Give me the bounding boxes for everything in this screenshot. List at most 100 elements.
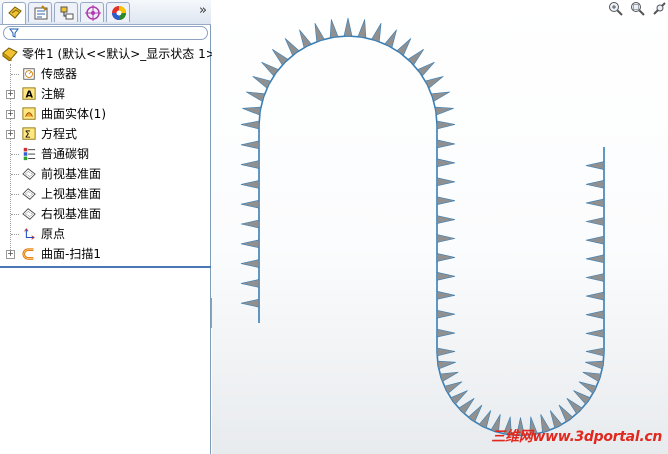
sweep-spike [434, 106, 454, 116]
feature-manager-panel: » 零件1 (默认<<默认>_显示状态 1> 传感器 + A 注解 + 曲面实体(1) + Σ… [0, 0, 216, 454]
svg-text:Σ: Σ [25, 130, 31, 141]
sweep-spike [240, 259, 260, 268]
expand-toggle[interactable]: + [6, 110, 15, 119]
sweep-spike [240, 279, 260, 288]
sweep-spike [240, 160, 260, 169]
sweep-spike [240, 219, 260, 229]
sweep-spike [240, 199, 260, 209]
sweep-spike [425, 76, 444, 89]
tree-filter-input[interactable] [3, 26, 208, 40]
tree-item-label: 注解 [41, 87, 66, 101]
sweep-spike [478, 410, 492, 429]
sweep-spike [585, 235, 605, 245]
plane-icon [22, 208, 36, 220]
tree-item-label: 曲面实体(1) [41, 107, 106, 121]
sweep-spike [430, 91, 450, 102]
tab-property-manager[interactable] [28, 2, 52, 22]
tab-display-manager[interactable] [106, 2, 130, 22]
sweep-spike [585, 179, 605, 189]
sweep-spike [585, 273, 605, 282]
sweep-spike [585, 310, 605, 320]
sweep-spike [240, 140, 260, 150]
sweep-spike [436, 328, 456, 338]
watermark: 三维网www.3dportal.cn [491, 429, 662, 445]
manager-tabs: » [0, 0, 211, 25]
feature-manager-icon [8, 6, 22, 19]
sweep-spike [329, 19, 339, 39]
sweep-spike [585, 254, 605, 264]
dimxpert-icon [85, 5, 101, 21]
sweep-spike [437, 360, 456, 370]
sweep-spike [582, 371, 602, 383]
graphics-area[interactable]: 三维网www.3dportal.cn [212, 0, 668, 454]
sweep-spike [436, 215, 456, 224]
sweep-spike [578, 381, 598, 394]
sweep-spike [357, 19, 367, 39]
sweep-spike [242, 106, 262, 116]
sweep-spike [585, 360, 604, 370]
sweep-spike [585, 347, 605, 357]
surface-sweep-icon [22, 248, 34, 260]
sweep-spike [436, 196, 456, 206]
annotation-icon: A [22, 87, 36, 101]
display-manager-icon [112, 6, 126, 20]
surface-bodies-icon [22, 107, 36, 120]
sweep-spike [585, 217, 605, 226]
expand-toggle[interactable]: + [6, 90, 15, 99]
sweep-path-curve [258, 35, 605, 437]
sweep-spike [436, 177, 456, 187]
tab-configuration-manager[interactable] [54, 2, 78, 22]
plane-icon [22, 188, 36, 200]
sweep-spike [585, 198, 605, 208]
sweep-spike [436, 234, 456, 243]
sweep-spike [384, 29, 397, 48]
property-manager-icon [34, 5, 48, 20]
tree-item-label: 曲面-扫描1 [41, 247, 101, 261]
sweep-spike [314, 23, 325, 43]
tree-item-label: 右视基准面 [41, 207, 102, 221]
tab-feature-manager[interactable] [2, 2, 26, 24]
sweep-spike [343, 17, 353, 37]
sweep-spike [439, 371, 459, 383]
plane-icon [22, 168, 36, 180]
part-icon [2, 47, 18, 61]
equation-icon: Σ [22, 127, 36, 141]
sweep-spike [299, 29, 312, 48]
sweep-spike [585, 161, 605, 170]
sweep-spike [436, 253, 456, 262]
sensor-icon [23, 68, 35, 80]
sweep-spike [240, 298, 260, 308]
svg-text:A: A [26, 90, 34, 101]
sweep-spike [436, 271, 456, 281]
sweep-spike [585, 291, 605, 301]
tree-item-label: 普通碳钢 [41, 147, 90, 161]
filter-icon [9, 28, 19, 38]
tabs-overflow-button[interactable]: » [199, 3, 207, 18]
tree-root-label: 零件1 (默认<<默认>_显示状态 1> [22, 47, 216, 61]
expand-toggle[interactable]: + [6, 250, 15, 259]
sweep-spike [436, 347, 456, 357]
sweep-spike [246, 91, 266, 102]
sweep-spike [436, 309, 456, 319]
sweep-spike [443, 381, 463, 394]
sweep-surface-model [240, 17, 605, 437]
tab-dimxpert-manager[interactable] [80, 2, 104, 22]
configuration-manager-icon [60, 6, 74, 20]
sweep-spike [436, 120, 456, 130]
material-icon [23, 147, 36, 161]
sweep-spike [436, 139, 456, 149]
sweep-spike [252, 76, 271, 89]
sweep-spike [240, 180, 260, 189]
tree-item-label: 前视基准面 [41, 167, 102, 181]
sweep-spike [585, 329, 605, 338]
sweep-spike [436, 158, 456, 168]
sweep-spike [240, 239, 260, 249]
tree-item-label: 方程式 [41, 127, 78, 141]
origin-icon [24, 228, 35, 240]
tree-item-label: 原点 [41, 227, 66, 241]
sweep-spike [240, 120, 260, 130]
expand-toggle[interactable]: + [6, 130, 15, 139]
sweep-spike [436, 290, 456, 300]
tree-item-label: 上视基准面 [41, 187, 102, 201]
tree-item-label: 传感器 [41, 67, 78, 81]
